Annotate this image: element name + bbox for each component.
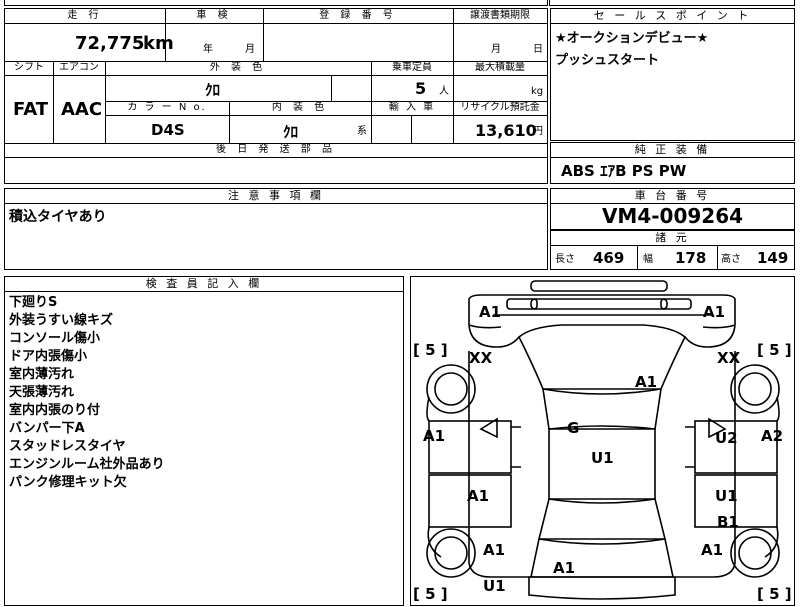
chassis-box: 車 台 番 号 VM4-009264 — [550, 188, 795, 230]
capacity-header: 乗車定員 — [392, 62, 432, 73]
shift-value: FAT — [13, 99, 49, 120]
max-load-header: 最大積載量 — [475, 62, 525, 73]
import-header: 輸 入 車 — [388, 102, 436, 113]
color-no-header: カ ラ ー N o. — [127, 102, 207, 113]
mark-door-rr-2: B1 — [717, 513, 739, 531]
inspector-line-7: 室内内張のり付 — [9, 403, 101, 418]
sales-point-line-2: プッシュスタート — [555, 53, 660, 68]
mark-side-right: A2 — [761, 427, 784, 445]
mark-fender-fr: XX — [717, 349, 741, 367]
width-value: 178 — [675, 249, 707, 267]
deadline-day-unit: 日 — [533, 44, 543, 55]
inspector-line-3: コンソール傷小 — [9, 331, 101, 346]
top-partial-strip — [4, 0, 548, 6]
mileage-header: 走 行 — [67, 10, 103, 21]
tire-grade-rl: [ 5 ] — [413, 585, 448, 603]
sales-point-header: セ ー ル ス ポ イ ン ト — [551, 9, 794, 24]
reg-no-header: 登 録 番 号 — [319, 10, 397, 21]
length-value: 469 — [593, 249, 625, 267]
inspector-line-6: 天張薄汚れ — [9, 385, 75, 400]
mark-fender-fl: XX — [469, 349, 493, 367]
inspection-header: 車 検 — [196, 10, 232, 21]
sales-point-line-1: ★オークションデビュー★ — [555, 31, 709, 46]
sales-point-box: セ ー ル ス ポ イ ン ト ★オークションデビュー★ プッシュスタート — [550, 8, 795, 141]
interior-color-unit: 系 — [357, 126, 367, 137]
mark-door-fl: A1 — [423, 427, 446, 445]
mark-door-rl: A1 — [467, 487, 490, 505]
damage-diagram-box: A1 A1 [ 5 ] [ 5 ] XX XX A1 A1 G U1 U2 A2… — [410, 276, 795, 606]
mark-trunk: A1 — [553, 559, 576, 577]
specs-box: 諸 元 長さ 469 幅 178 高さ 149 — [550, 230, 795, 270]
mark-rear-bumper: U1 — [483, 577, 506, 595]
max-load-unit: kg — [531, 86, 544, 97]
mileage-unit: km — [143, 33, 174, 54]
height-value: 149 — [757, 249, 789, 267]
inspector-line-1: 下廻りS — [9, 295, 58, 310]
tire-grade-fr: [ 5 ] — [757, 341, 792, 359]
mark-quarter-rl: A1 — [483, 541, 506, 559]
mark-front-right: A1 — [703, 303, 726, 321]
inspection-year-unit: 年 — [203, 44, 213, 55]
exterior-color-header: 外 装 色 — [209, 62, 267, 73]
mark-roof: U1 — [591, 449, 614, 467]
notes-value: 積込タイヤあり — [9, 209, 107, 225]
mark-hood: A1 — [635, 373, 658, 391]
inspector-line-2: 外装うすい線キズ — [9, 313, 114, 328]
recycle-unit: 円 — [533, 126, 543, 137]
inspector-line-11: パンク修理キット欠 — [9, 475, 127, 490]
later-parts-header: 後 日 発 送 部 品 — [216, 144, 336, 155]
recycle-header: リサイクル預託金 — [460, 102, 540, 113]
vehicle-info-table: 走 行 車 検 登 録 番 号 譲渡書類期限 72,775 km 年 月 月 日… — [4, 8, 548, 184]
equipment-header: 純 正 装 備 — [551, 143, 794, 158]
car-outline-diagram — [426, 280, 780, 600]
width-label: 幅 — [643, 254, 653, 265]
deadline-month-unit: 月 — [491, 44, 501, 55]
equipment-box: 純 正 装 備 ABS ｴｱB PS PW — [550, 142, 795, 184]
capacity-value: 5 — [415, 79, 427, 98]
inspector-box: 検 査 員 記 入 欄 下廻りS 外装うすい線キズ コンソール傷小 ドア内張傷小… — [4, 276, 404, 606]
chassis-value: VM4-009264 — [601, 204, 744, 228]
interior-color-header: 内 装 色 — [271, 102, 329, 113]
equipment-value: ABS ｴｱB PS PW — [561, 162, 687, 180]
inspector-header: 検 査 員 記 入 欄 — [5, 277, 403, 292]
mark-door-rr-1: U1 — [715, 487, 738, 505]
mark-roof-front: G — [567, 419, 580, 437]
specs-header: 諸 元 — [551, 231, 794, 246]
mark-door-fr: U2 — [715, 429, 738, 447]
aircon-value: AAC — [61, 99, 103, 120]
interior-color-value: ｸﾛ — [283, 123, 299, 141]
notes-box: 注 意 事 項 欄 積込タイヤあり — [4, 188, 548, 270]
shift-header: シフト — [14, 62, 44, 73]
transfer-deadline-header: 譲渡書類期限 — [470, 10, 530, 21]
inspector-line-5: 室内薄汚れ — [9, 367, 75, 382]
top-partial-strip-right — [549, 0, 795, 6]
inspector-line-10: エンジンルーム社外品あり — [9, 457, 165, 472]
inspector-line-4: ドア内張傷小 — [9, 349, 88, 364]
color-no-value: D4S — [151, 121, 185, 139]
exterior-color-value: ｸﾛ — [205, 81, 221, 99]
chassis-header: 車 台 番 号 — [551, 189, 794, 204]
mileage-value: 72,775 — [75, 33, 145, 54]
inspector-line-8: バンパー下A — [9, 421, 85, 436]
recycle-value: 13,610 — [475, 121, 537, 140]
mark-quarter-rr: A1 — [701, 541, 724, 559]
length-label: 長さ — [555, 254, 575, 265]
height-label: 高さ — [721, 254, 741, 265]
notes-header: 注 意 事 項 欄 — [5, 189, 547, 204]
inspector-line-9: スタッドレスタイヤ — [9, 439, 126, 454]
mark-front-left: A1 — [479, 303, 502, 321]
tire-grade-fl: [ 5 ] — [413, 341, 448, 359]
capacity-unit: 人 — [439, 86, 449, 97]
inspection-month-unit: 月 — [245, 44, 255, 55]
tire-grade-rr: [ 5 ] — [757, 585, 792, 603]
aircon-header: エアコン — [59, 62, 99, 73]
